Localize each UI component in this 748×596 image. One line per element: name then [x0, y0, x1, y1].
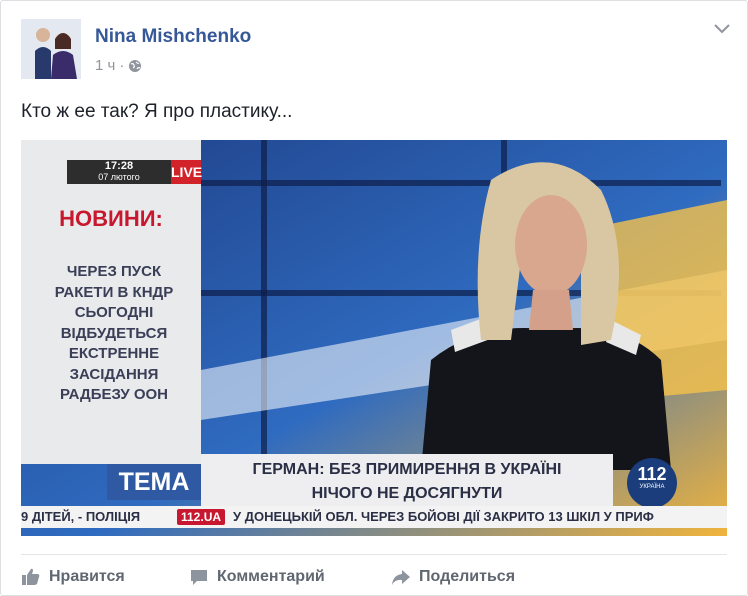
headline: ГЕРМАН: БЕЗ ПРИМИРЕННЯ В УКРАЇНІ НІЧОГО …	[201, 454, 613, 508]
share-icon	[392, 570, 410, 585]
news-line: СЬОГОДНІ	[74, 304, 154, 321]
news-line: РАДБЕЗУ ООН	[59, 386, 169, 403]
news-line: ЗАСІДАННЯ	[69, 365, 159, 383]
share-label: Поделиться	[419, 568, 516, 585]
news-body: ЧЕРЕЗ ПУСК РАКЕТИ В КНДР СЬОГОДНІ ВІДБУД…	[29, 262, 199, 406]
post-meta: 1 ч ·	[95, 57, 142, 74]
news-title: НОВИНИ:	[59, 206, 163, 231]
logo-sub: УКРАЇНА	[639, 484, 665, 490]
like-button[interactable]: Нравится	[21, 566, 125, 588]
clock-date: 07 лютого	[98, 172, 140, 182]
channel-logo: 112 УКРАЇНА	[627, 458, 677, 508]
ticker-right: У ДОНЕЦЬКІЙ ОБЛ. ЧЕРЕЗ БОЙОВІ ДІЇ ЗАКРИТ…	[233, 509, 654, 524]
share-button[interactable]: Поделиться	[391, 566, 515, 588]
meta-separator: ·	[119, 57, 125, 74]
clock-time: 17:28	[104, 160, 134, 172]
headline-line-2: НІЧОГО НЕ ДОСЯГНУТИ	[311, 485, 503, 502]
globe-icon[interactable]	[128, 59, 142, 73]
ticker-site: 112.UA	[177, 509, 226, 525]
post-image[interactable]: 17:28 07 лютого LIVE НОВИНИ: ЧЕРЕЗ ПУСК …	[21, 140, 727, 536]
live-badge: LIVE	[171, 160, 202, 184]
ticker-left: 9 ДІТЕЙ, - ПОЛІЦІЯ	[21, 509, 141, 524]
thumbs-up-icon	[22, 568, 40, 585]
author-name[interactable]: Nina Mishchenko	[95, 26, 251, 48]
post-text: Кто ж ее так? Я про пластику...	[21, 101, 293, 122]
news-line: ЕКСТРЕННЕ	[68, 345, 160, 362]
chevron-down-icon[interactable]	[713, 21, 731, 35]
comment-icon	[191, 570, 207, 585]
post-card: Nina Mishchenko 1 ч · Кто ж ее так? Я пр…	[0, 0, 748, 596]
comment-button[interactable]: Комментарий	[189, 566, 325, 588]
tema-label: ТЕМА	[107, 464, 201, 500]
post-timestamp[interactable]: 1 ч	[95, 57, 115, 74]
news-ticker: 9 ДІТЕЙ, - ПОЛІЦІЯ 112.UA У ДОНЕЦЬКІЙ ОБ…	[21, 506, 727, 528]
comment-label: Комментарий	[217, 568, 325, 585]
news-line: ЧЕРЕЗ ПУСК	[66, 263, 162, 280]
actions-divider	[21, 554, 727, 555]
clock-box: 17:28 07 лютого	[67, 160, 171, 184]
news-line: ВІДБУДЕТЬСЯ	[60, 324, 168, 342]
headline-line-1: ГЕРМАН: БЕЗ ПРИМИРЕННЯ В УКРАЇНІ	[252, 461, 562, 478]
avatar[interactable]	[21, 19, 81, 79]
like-label: Нравится	[49, 568, 125, 585]
news-line: РАКЕТИ В КНДР	[54, 283, 174, 301]
news-side-panel: 17:28 07 лютого LIVE НОВИНИ: ЧЕРЕЗ ПУСК …	[21, 140, 202, 464]
